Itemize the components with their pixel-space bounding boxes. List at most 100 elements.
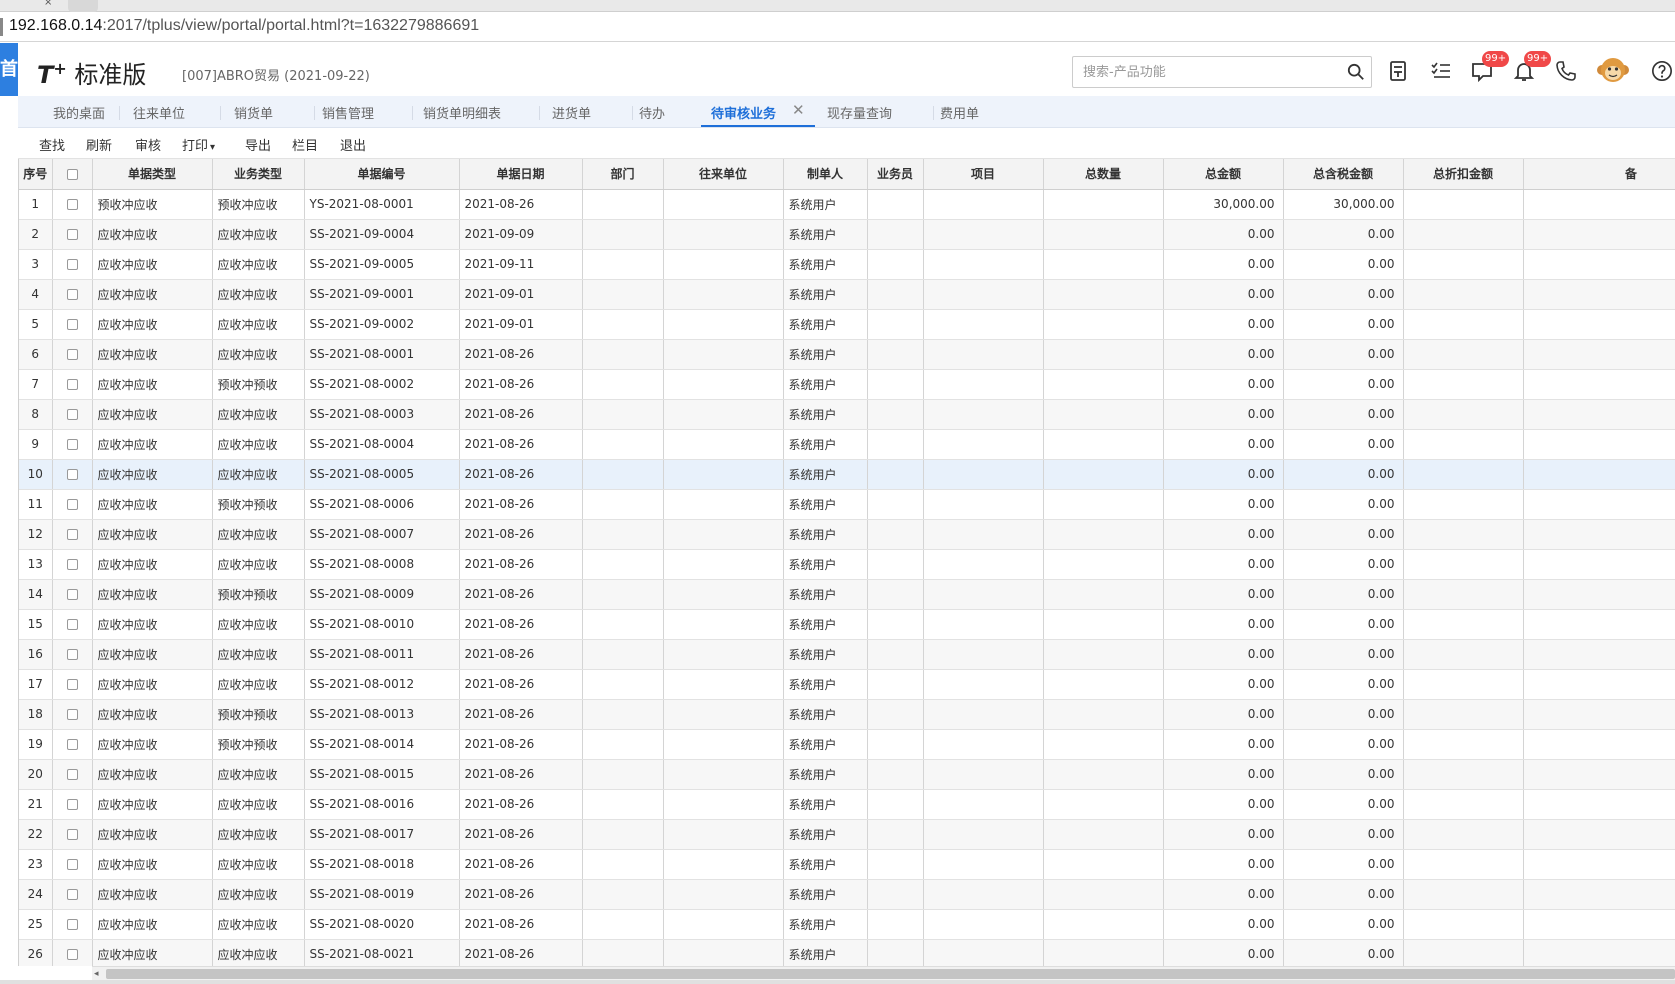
print-button[interactable]: 打印 ▾ bbox=[182, 135, 215, 154]
tab-partners[interactable]: 往来单位 bbox=[133, 103, 185, 122]
column-header[interactable]: 制单人 bbox=[783, 159, 868, 190]
audit-button[interactable]: 审核 bbox=[135, 135, 161, 154]
row-select-cell[interactable] bbox=[52, 729, 93, 760]
table-row[interactable]: 16 应收冲应收 应收冲应收 SS-2021-08-0011 2021-08-26 系统用… bbox=[19, 639, 1675, 670]
row-select-cell[interactable] bbox=[52, 549, 93, 580]
row-checkbox[interactable] bbox=[66, 499, 78, 510]
row-checkbox[interactable] bbox=[66, 589, 78, 600]
phone-icon[interactable] bbox=[1554, 59, 1578, 83]
table-row[interactable]: 8 应收冲应收 应收冲应收 SS-2021-08-0003 2021-08-26 系统用户… bbox=[19, 399, 1675, 430]
row-select-cell[interactable] bbox=[52, 789, 93, 820]
column-header[interactable]: 序号 bbox=[19, 159, 53, 190]
table-row[interactable]: 9 应收冲应收 应收冲应收 SS-2021-08-0004 2021-08-26 系统用户… bbox=[19, 429, 1675, 460]
app-logo[interactable]: T+ 标准版 bbox=[37, 55, 146, 90]
row-select-cell[interactable] bbox=[52, 669, 93, 700]
row-select-cell[interactable] bbox=[52, 519, 93, 550]
table-row[interactable]: 2 应收冲应收 应收冲应收 SS-2021-09-0004 2021-09-09 系统用户… bbox=[19, 219, 1675, 250]
column-header[interactable]: 单据编号 bbox=[304, 159, 460, 190]
calculator-icon[interactable] bbox=[1386, 59, 1410, 83]
tab-my-desktop[interactable]: 我的桌面 bbox=[53, 103, 105, 122]
column-header[interactable]: 单据日期 bbox=[459, 159, 583, 190]
row-select-cell[interactable] bbox=[52, 849, 93, 880]
row-checkbox[interactable] bbox=[66, 259, 78, 270]
tab-sales-management[interactable]: 销售管理 bbox=[322, 103, 374, 122]
close-tab-icon[interactable]: ✕ bbox=[792, 101, 805, 119]
column-header[interactable]: 备 bbox=[1523, 159, 1675, 190]
row-checkbox[interactable] bbox=[66, 289, 78, 300]
horizontal-scrollbar[interactable]: ◂ bbox=[92, 966, 1675, 980]
search-box[interactable] bbox=[1072, 56, 1372, 88]
row-checkbox[interactable] bbox=[66, 619, 78, 630]
row-select-cell[interactable] bbox=[52, 939, 93, 966]
column-header[interactable]: 单据类型 bbox=[92, 159, 213, 190]
export-button[interactable]: 导出 bbox=[245, 135, 271, 154]
address-bar[interactable]: 192.168.0.14:2017/tplus/view/portal/port… bbox=[0, 12, 1675, 42]
find-button[interactable]: 查找 bbox=[39, 135, 65, 154]
column-header[interactable]: 项目 bbox=[923, 159, 1044, 190]
browser-tab[interactable] bbox=[68, 0, 98, 12]
row-select-cell[interactable] bbox=[52, 249, 93, 280]
columns-button[interactable]: 栏目 bbox=[292, 135, 318, 154]
column-header[interactable]: 业务员 bbox=[867, 159, 924, 190]
row-checkbox[interactable] bbox=[66, 199, 78, 210]
home-side-button[interactable]: 首 bbox=[0, 43, 18, 96]
row-checkbox[interactable] bbox=[66, 799, 78, 810]
avatar[interactable] bbox=[1596, 53, 1630, 87]
column-header[interactable]: 总折扣金额 bbox=[1403, 159, 1524, 190]
notification-button[interactable]: 99+ bbox=[1512, 51, 1552, 83]
row-select-cell[interactable] bbox=[52, 189, 93, 220]
table-row[interactable]: 13 应收冲应收 应收冲应收 SS-2021-08-0008 2021-08-26 系统用… bbox=[19, 549, 1675, 580]
table-row[interactable]: 23 应收冲应收 应收冲应收 SS-2021-08-0018 2021-08-26 系统用… bbox=[19, 849, 1675, 880]
row-checkbox[interactable] bbox=[66, 319, 78, 330]
row-checkbox[interactable] bbox=[66, 439, 78, 450]
row-select-cell[interactable] bbox=[52, 219, 93, 250]
select-all-checkbox[interactable] bbox=[66, 168, 78, 180]
row-select-cell[interactable] bbox=[52, 399, 93, 430]
row-checkbox[interactable] bbox=[66, 769, 78, 780]
row-checkbox[interactable] bbox=[66, 349, 78, 360]
row-select-cell[interactable] bbox=[52, 489, 93, 520]
refresh-button[interactable]: 刷新 bbox=[86, 135, 112, 154]
table-row[interactable]: 1 预收冲应收 预收冲应收 YS-2021-08-0001 2021-08-26 系统用户… bbox=[19, 189, 1675, 220]
table-row[interactable]: 18 应收冲应收 预收冲预收 SS-2021-08-0013 2021-08-26 系统用… bbox=[19, 699, 1675, 730]
column-header[interactable]: 部门 bbox=[582, 159, 664, 190]
row-checkbox[interactable] bbox=[66, 889, 78, 900]
table-row[interactable]: 14 应收冲应收 预收冲预收 SS-2021-08-0009 2021-08-26 系统用… bbox=[19, 579, 1675, 610]
table-row[interactable]: 21 应收冲应收 应收冲应收 SS-2021-08-0016 2021-08-26 系统用… bbox=[19, 789, 1675, 820]
table-row[interactable]: 19 应收冲应收 预收冲预收 SS-2021-08-0014 2021-08-26 系统用… bbox=[19, 729, 1675, 760]
row-checkbox[interactable] bbox=[66, 859, 78, 870]
row-checkbox[interactable] bbox=[66, 229, 78, 240]
row-select-cell[interactable] bbox=[52, 819, 93, 850]
table-row[interactable]: 4 应收冲应收 应收冲应收 SS-2021-09-0001 2021-09-01 系统用户… bbox=[19, 279, 1675, 310]
table-row[interactable]: 25 应收冲应收 应收冲应收 SS-2021-08-0020 2021-08-26 系统用… bbox=[19, 909, 1675, 940]
scrollbar-thumb[interactable] bbox=[106, 969, 1675, 979]
row-select-cell[interactable] bbox=[52, 579, 93, 610]
table-row[interactable]: 15 应收冲应收 应收冲应收 SS-2021-08-0010 2021-08-26 系统用… bbox=[19, 609, 1675, 640]
row-checkbox[interactable] bbox=[66, 559, 78, 570]
search-icon[interactable] bbox=[1347, 63, 1365, 81]
column-header[interactable]: 业务类型 bbox=[212, 159, 305, 190]
row-select-cell[interactable] bbox=[52, 759, 93, 790]
row-checkbox[interactable] bbox=[66, 739, 78, 750]
row-select-cell[interactable] bbox=[52, 309, 93, 340]
message-button[interactable]: 99+ bbox=[1470, 51, 1510, 83]
row-select-cell[interactable] bbox=[52, 639, 93, 670]
row-checkbox[interactable] bbox=[66, 919, 78, 930]
tab-stock-query[interactable]: 现存量查询 bbox=[827, 103, 892, 122]
table-row[interactable]: 20 应收冲应收 应收冲应收 SS-2021-08-0015 2021-08-26 系统用… bbox=[19, 759, 1675, 790]
row-select-cell[interactable] bbox=[52, 909, 93, 940]
tab-purchase[interactable]: 进货单 bbox=[552, 103, 591, 122]
row-checkbox[interactable] bbox=[66, 469, 78, 480]
table-row[interactable]: 17 应收冲应收 应收冲应收 SS-2021-08-0012 2021-08-26 系统用… bbox=[19, 669, 1675, 700]
exit-button[interactable]: 退出 bbox=[340, 135, 366, 154]
row-select-cell[interactable] bbox=[52, 429, 93, 460]
search-input[interactable] bbox=[1073, 57, 1333, 87]
row-checkbox[interactable] bbox=[66, 949, 78, 960]
column-header[interactable]: 总数量 bbox=[1043, 159, 1164, 190]
address-url[interactable]: 192.168.0.14:2017/tplus/view/portal/port… bbox=[0, 17, 479, 36]
tab-expense[interactable]: 费用单 bbox=[940, 103, 979, 122]
row-select-cell[interactable] bbox=[52, 609, 93, 640]
tab-pending-audit[interactable]: 待审核业务 bbox=[711, 103, 776, 122]
row-select-cell[interactable] bbox=[52, 879, 93, 910]
row-select-cell[interactable] bbox=[52, 699, 93, 730]
